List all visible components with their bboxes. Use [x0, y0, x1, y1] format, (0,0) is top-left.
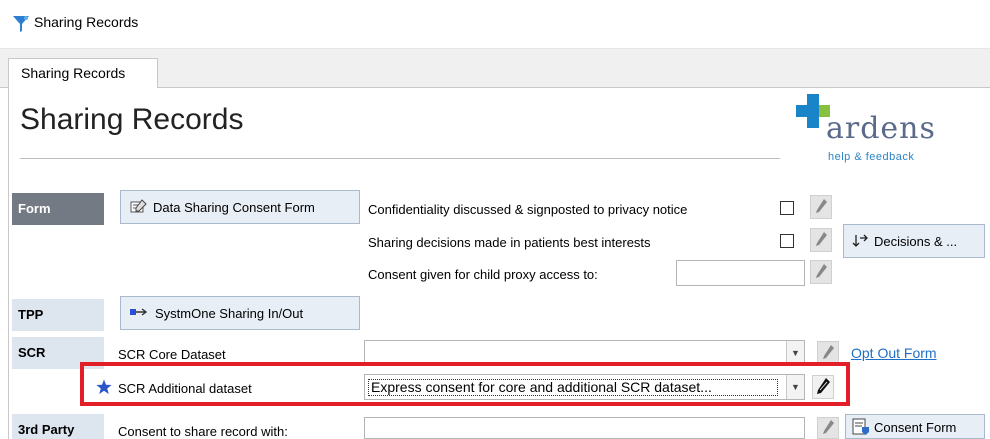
- ardens-logo-text[interactable]: ardens: [826, 111, 936, 146]
- consent-form-button[interactable]: Consent Form: [845, 414, 985, 439]
- confidentiality-checkbox[interactable]: [780, 201, 794, 215]
- header-divider: [20, 158, 780, 159]
- data-sharing-consent-form-label: Data Sharing Consent Form: [153, 200, 315, 215]
- form-icon: [129, 199, 147, 218]
- decisions-icon: [852, 233, 868, 252]
- section-form-label: Form: [12, 193, 104, 225]
- decisions-button[interactable]: Decisions & ...: [843, 224, 985, 258]
- consent-share-label: Consent to share record with:: [118, 424, 288, 439]
- decisions-label: Decisions & ...: [874, 234, 958, 249]
- window-title: Sharing Records: [34, 14, 139, 30]
- pencil-icon: [814, 198, 828, 217]
- help-feedback-link[interactable]: help & feedback: [828, 151, 914, 163]
- systmone-sharing-label: SystmOne Sharing In/Out: [155, 306, 304, 321]
- content-left-border: [8, 87, 9, 439]
- highlight-box: [80, 362, 850, 406]
- confidentiality-edit-button[interactable]: [810, 195, 832, 219]
- section-tpp-label: TPP: [12, 299, 104, 331]
- pencil-icon: [821, 419, 835, 438]
- pencil-icon: [814, 263, 828, 282]
- best-interests-label: Sharing decisions made in patients best …: [368, 235, 651, 250]
- page-title: Sharing Records: [20, 103, 244, 136]
- best-interests-edit-button[interactable]: [810, 228, 832, 252]
- best-interests-checkbox[interactable]: [780, 234, 794, 248]
- window-titlebar: [0, 0, 990, 49]
- child-proxy-label: Consent given for child proxy access to:: [368, 267, 598, 282]
- consent-share-edit-button[interactable]: [817, 417, 839, 439]
- scr-core-label: SCR Core Dataset: [118, 347, 226, 362]
- consent-form-icon: [852, 418, 870, 439]
- tab-label: Sharing Records: [21, 65, 126, 81]
- systmone-sharing-button[interactable]: SystmOne Sharing In/Out: [120, 296, 360, 330]
- pencil-icon: [814, 231, 828, 250]
- confidentiality-label: Confidentiality discussed & signposted t…: [368, 202, 688, 217]
- sharing-arrows-icon: [129, 307, 151, 322]
- child-proxy-input[interactable]: [676, 260, 805, 286]
- data-sharing-consent-form-button[interactable]: Data Sharing Consent Form: [120, 190, 360, 224]
- consent-form-label: Consent Form: [874, 420, 957, 435]
- ardens-logo-icon[interactable]: [796, 94, 830, 128]
- consent-share-input[interactable]: [364, 417, 805, 439]
- opt-out-form-link[interactable]: Opt Out Form: [851, 345, 937, 361]
- section-3rd-party-label: 3rd Party: [12, 414, 104, 439]
- pencil-icon: [821, 344, 835, 363]
- child-proxy-edit-button[interactable]: [810, 260, 832, 284]
- app-icon: [12, 14, 30, 34]
- tab-sharing-records[interactable]: Sharing Records: [8, 58, 158, 88]
